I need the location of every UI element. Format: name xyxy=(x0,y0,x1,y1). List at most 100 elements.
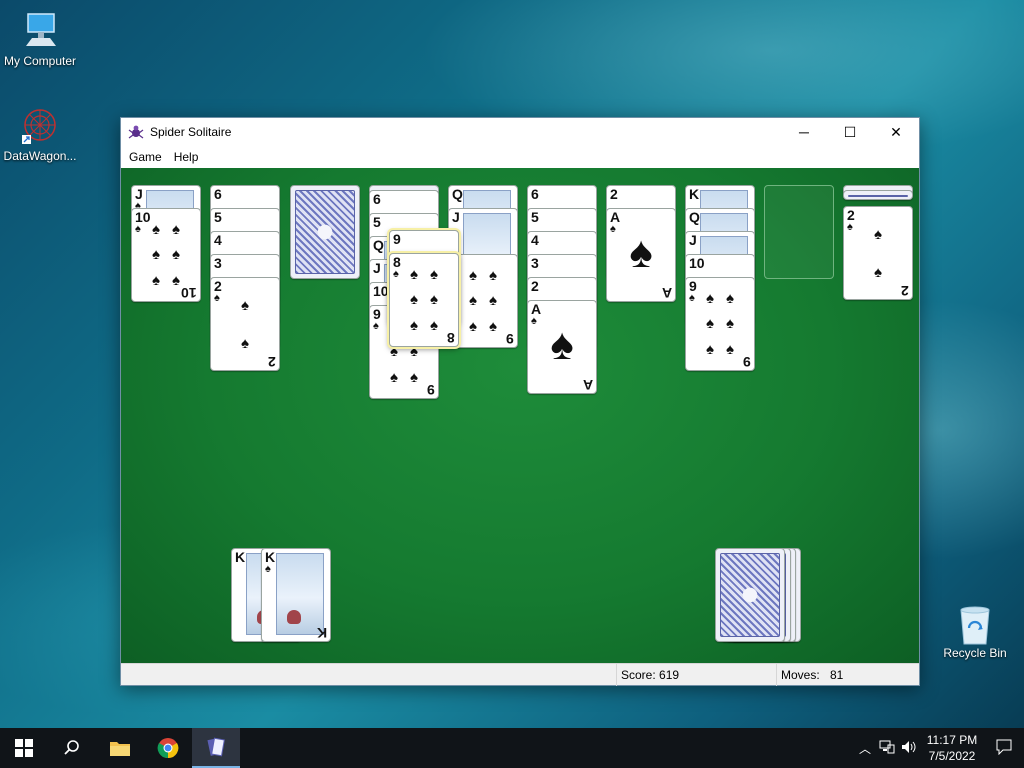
title-bar[interactable]: Spider Solitaire ─ ☐ ✕ xyxy=(121,118,919,146)
dragged-card-8-spades[interactable]: 8 ♠ ♠ ♠ ♠ ♠ ♠ ♠ 8 xyxy=(389,253,459,347)
file-explorer-button[interactable] xyxy=(96,728,144,768)
menu-help[interactable]: Help xyxy=(168,150,205,164)
card-face-down[interactable] xyxy=(290,185,360,279)
card-rank-inverted: 2 xyxy=(268,354,276,370)
spade-icon: ♠ xyxy=(390,368,398,386)
spade-icon: ♠ xyxy=(373,320,379,332)
spade-icon: ♠ xyxy=(550,320,574,369)
volume-icon[interactable] xyxy=(898,740,920,757)
spade-icon: ♠ xyxy=(489,267,497,285)
spider-app-icon xyxy=(128,124,144,140)
windows-logo-icon xyxy=(15,739,33,757)
spade-icon: ♠ xyxy=(172,221,180,239)
card-rank: Q xyxy=(689,209,700,225)
spade-icon: ♠ xyxy=(469,292,477,310)
card-rank: 6 xyxy=(214,186,222,202)
card-2-spades[interactable]: 2 ♠ ♠ ♠ 2 xyxy=(210,277,280,371)
card-rank: A xyxy=(531,301,542,317)
start-button[interactable] xyxy=(0,728,48,768)
spade-icon: ♠ xyxy=(152,221,160,239)
close-button[interactable]: ✕ xyxy=(873,118,919,146)
card-rank: K xyxy=(689,186,700,202)
card-pips: ♠ ♠ ♠ ♠ ♠ ♠ xyxy=(146,217,186,293)
card-rank: J xyxy=(373,260,381,276)
spade-icon: ♠ xyxy=(706,315,714,333)
card-pips: ♠ ♠ xyxy=(225,286,265,362)
spade-icon: ♠ xyxy=(430,291,438,309)
maximize-button[interactable]: ☐ xyxy=(827,118,873,146)
search-button[interactable] xyxy=(48,728,96,768)
spade-icon: ♠ xyxy=(410,316,418,334)
spade-icon: ♠ xyxy=(410,368,418,386)
card-pips: ♠ ♠ ♠ ♠ ♠ ♠ xyxy=(404,262,444,338)
card-rank: 5 xyxy=(214,209,222,225)
taskbar-clock[interactable]: 11:17 PM 7/5/2022 xyxy=(920,732,984,764)
card-rank: 10 xyxy=(373,283,389,299)
card-rank: J xyxy=(689,232,697,248)
card-ace-spades[interactable]: A ♠ ♠ A xyxy=(606,208,676,302)
spade-icon: ♠ xyxy=(172,246,180,264)
spade-icon: ♠ xyxy=(410,291,418,309)
spade-icon: ♠ xyxy=(410,266,418,284)
card-rank-inverted: 10 xyxy=(181,285,197,301)
card-rank-inverted: 8 xyxy=(447,330,455,346)
card-rank: 4 xyxy=(531,232,539,248)
recycle-bin-glyph-icon xyxy=(955,602,995,645)
computer-monitor-icon xyxy=(20,10,60,50)
card-rank: 6 xyxy=(531,186,539,202)
card-10-spades[interactable]: 10 ♠ ♠ ♠ ♠ ♠ ♠ ♠ 10 xyxy=(131,208,201,302)
spider-solitaire-taskbar-button[interactable] xyxy=(192,728,240,768)
chrome-button[interactable] xyxy=(144,728,192,768)
network-icon[interactable] xyxy=(876,740,898,757)
card-rank: 10 xyxy=(689,255,705,271)
recycle-bin-label: Recycle Bin xyxy=(943,646,1007,660)
card-back-pattern xyxy=(848,195,908,197)
datawagon-logo-icon xyxy=(20,105,60,145)
card-rank: 2 xyxy=(531,278,539,294)
card-rank: 2 xyxy=(847,207,855,223)
spade-icon: ♠ xyxy=(706,340,714,358)
spade-icon: ♠ xyxy=(489,292,497,310)
card-rank: 3 xyxy=(531,255,539,271)
card-ace-spades[interactable]: A ♠ ♠ A xyxy=(527,300,597,394)
my-computer-icon[interactable]: My Computer xyxy=(0,10,80,68)
spade-icon: ♠ xyxy=(152,246,160,264)
spade-icon: ♠ xyxy=(847,221,853,233)
chevron-up-icon[interactable]: ︿ xyxy=(854,740,876,757)
spade-icon: ♠ xyxy=(874,263,882,281)
spade-icon: ♠ xyxy=(489,317,497,335)
datawagon-icon[interactable]: DataWagon... xyxy=(0,105,80,163)
card-rank: 9 xyxy=(373,306,381,322)
card-9-spades[interactable]: 9 ♠ ♠ ♠ ♠ ♠ ♠ ♠ 9 xyxy=(685,277,755,371)
menu-game[interactable]: Game xyxy=(123,150,168,164)
spade-icon: ♠ xyxy=(726,340,734,358)
game-board[interactable]: J ♠ 10 ♠ ♠ ♠ ♠ ♠ ♠ ♠ 10 6 5 4 3 2 ♠ ♠ ♠ 2 6 5 … xyxy=(121,168,919,664)
card-rank-inverted: 9 xyxy=(506,331,514,347)
spade-icon: ♠ xyxy=(241,334,249,352)
status-bar: Score: 619 Moves: 81 xyxy=(121,663,919,686)
empty-tableau-slot[interactable] xyxy=(764,185,834,279)
spade-icon: ♠ xyxy=(430,266,438,284)
card-rank-inverted: K xyxy=(316,625,327,641)
card-rank: 8 xyxy=(393,254,401,270)
notification-center-icon[interactable] xyxy=(984,739,1024,758)
minimize-button[interactable]: ─ xyxy=(781,118,827,146)
spade-icon: ♠ xyxy=(135,223,141,235)
card-rank: 9 xyxy=(393,231,401,247)
recycle-bin-icon[interactable]: Recycle Bin xyxy=(935,602,1015,660)
taskbar: ︿ 11:17 PM 7/5/2022 xyxy=(0,728,1024,768)
card-rank: 6 xyxy=(373,191,381,207)
folder-icon xyxy=(110,742,130,756)
card-back-pattern xyxy=(295,190,355,274)
card-rank: 5 xyxy=(531,209,539,225)
card-rank: Q xyxy=(452,186,463,202)
stock-pile-card[interactable] xyxy=(715,548,785,642)
card-rank: 3 xyxy=(214,255,222,271)
card-2-spades[interactable]: 2 ♠ ♠ ♠ 2 xyxy=(843,206,913,300)
spade-icon: ♠ xyxy=(152,271,160,289)
spade-icon: ♠ xyxy=(469,317,477,335)
card-rank: J xyxy=(452,209,460,225)
spade-icon: ♠ xyxy=(469,267,477,285)
search-icon xyxy=(64,740,79,755)
spade-icon: ♠ xyxy=(430,316,438,334)
